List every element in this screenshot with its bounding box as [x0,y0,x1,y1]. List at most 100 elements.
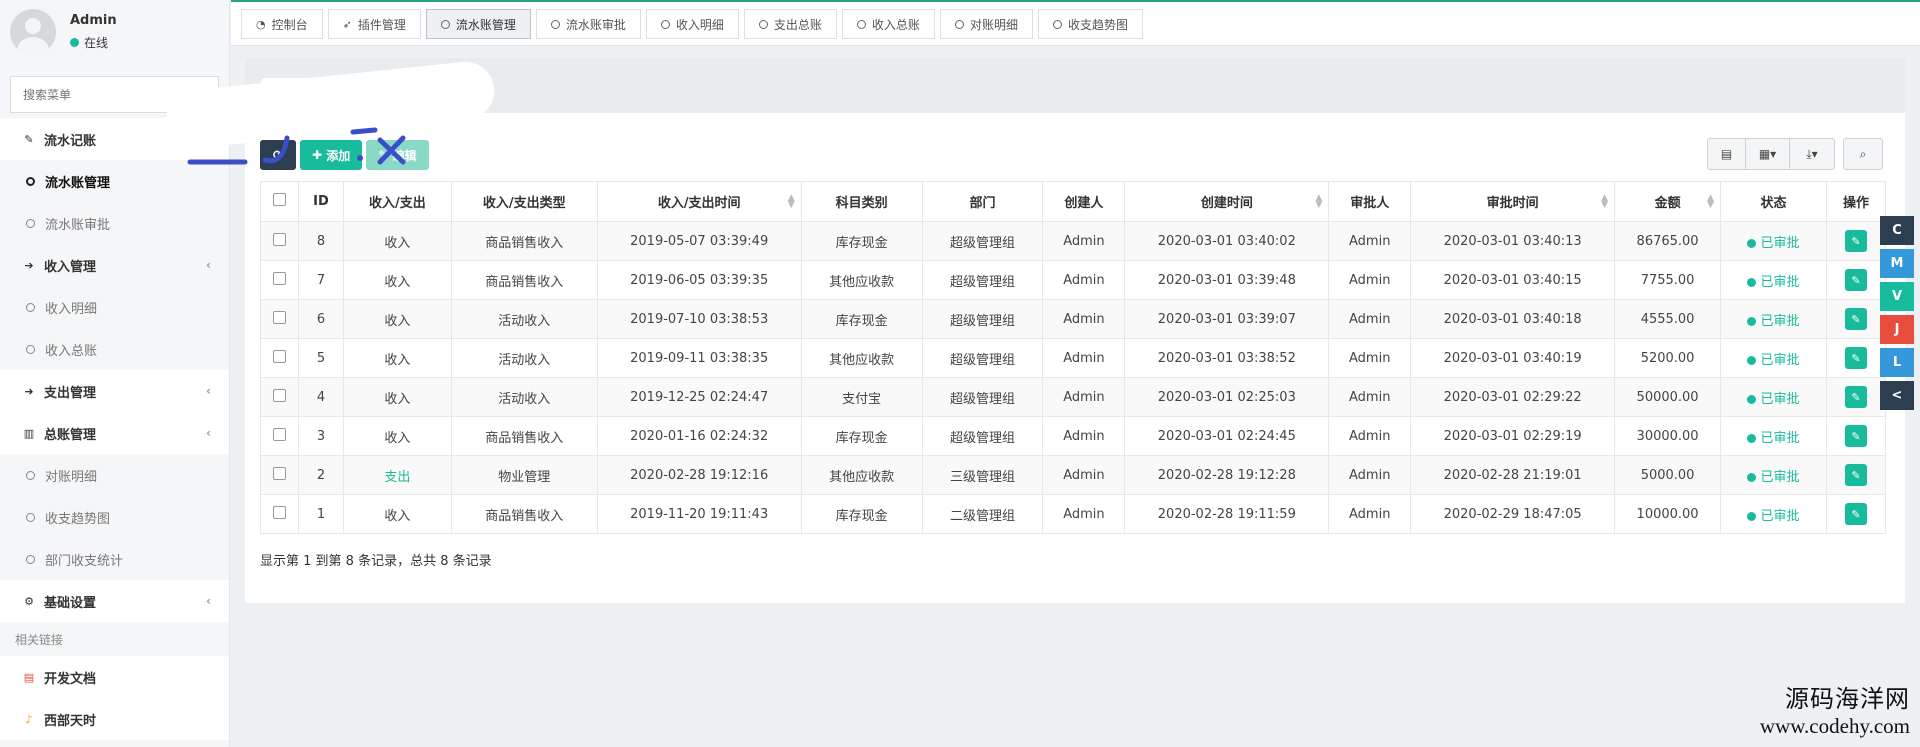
sidebar-item-reconcile[interactable]: 对账明细 [0,454,229,496]
row-edit-button[interactable]: ✎ [1844,464,1867,486]
columns-button[interactable]: ▦▾ [1746,139,1790,169]
table-row[interactable]: 2 支出 物业管理 2020-02-28 19:12:16 其他应收款 三级管理组 Admi… [260,455,1887,495]
tab-liushui-manage[interactable]: 流水账管理 [425,9,531,39]
cell-created: 2020-03-01 03:40:02 [1124,221,1330,261]
cell-creator: Admin [1042,260,1126,300]
cell-direction: 收入 [342,377,452,417]
table-row[interactable]: 3 收入 商品销售收入 2020-01-16 02:24:32 库存现金 超级管理组 Adm… [260,416,1887,456]
row-edit-button[interactable]: ✎ [1844,386,1867,408]
th-id[interactable]: ID [297,181,344,222]
th-approved[interactable]: 审批时间 ▲ ▼ [1410,181,1616,222]
cell-approved: 2020-02-28 21:19:01 [1410,455,1616,495]
sidebar-item-income[interactable]: ➔ 收入管理 ‹ [0,244,229,286]
th-direction[interactable]: 收入/支出 [342,181,452,222]
th-status[interactable]: 状态 [1720,181,1827,222]
sidebar-item-income-total[interactable]: 收入总账 [0,328,229,370]
circle-icon [26,302,35,312]
sidebar-item-trend[interactable]: 收支趋势图 [0,496,229,538]
tab-income-detail[interactable]: 收入明细 [645,9,739,39]
cell-creator: Admin [1042,455,1126,495]
table-row[interactable]: 4 收入 活动收入 2019-12-25 02:24:47 支付宝 超级管理组 Admin 2… [260,377,1887,417]
row-edit-button[interactable]: ✎ [1844,230,1867,252]
row-checkbox[interactable] [272,310,286,324]
sidebar-item-ledger[interactable]: ▥ 总账管理 ‹ [0,412,229,454]
float-button[interactable]: V [1880,282,1914,311]
row-edit-button[interactable]: ✎ [1844,503,1867,525]
table-row[interactable]: 1 收入 商品销售收入 2019-11-20 19:11:43 库存现金 二级管理组 Adm… [260,494,1887,534]
cell-dept: 超级管理组 [921,338,1044,378]
th-subject[interactable]: 科目类别 [800,181,923,222]
cell-id: 1 [297,494,344,534]
float-button[interactable]: C [1880,216,1914,245]
toggle-view-button[interactable]: ▤ [1708,139,1746,169]
cell-time: 2019-12-25 02:24:47 [596,377,802,417]
row-edit-button[interactable]: ✎ [1844,347,1867,369]
user-name: Admin [70,13,117,28]
status-badge: 已审批 [1760,469,1800,485]
row-checkbox[interactable] [272,388,286,402]
th-approver[interactable]: 审批人 [1328,181,1412,222]
cell-direction: 收入 [342,299,452,339]
row-select-cell [260,377,299,417]
float-button[interactable]: L [1880,348,1914,377]
sidebar-item-label: 收入总账 [45,343,98,359]
th-amount[interactable]: 金额 ▲ ▼ [1614,181,1722,222]
cell-actions: ✎ [1825,455,1887,495]
tab-trend[interactable]: 收支趋势图 [1037,9,1143,39]
th-time[interactable]: 收入/支出时间 ▲ ▼ [596,181,802,222]
float-button[interactable]: J [1880,315,1914,344]
table-row[interactable]: 5 收入 活动收入 2019-09-11 03:38:35 其他应收款 超级管理组 Admi… [260,338,1887,378]
search-button[interactable]: ⌕ [1844,139,1882,169]
float-button[interactable]: M [1880,249,1914,278]
cell-subject: 库存现金 [800,221,923,261]
row-checkbox[interactable] [272,466,286,480]
tab-dashboard[interactable]: ◔ 控制台 [241,9,323,39]
tab-reconcile[interactable]: 对账明细 [939,9,1033,39]
sidebar-item-liushui-approve[interactable]: 流水账审批 [0,202,229,244]
related-links-label: 相关链接 [15,632,64,647]
table-row[interactable]: 7 收入 商品销售收入 2019-06-05 03:39:35 其他应收款 超级管理组 Ad… [260,260,1887,300]
tab-plugins[interactable]: ➶ 插件管理 [327,9,421,39]
chevron-left-icon: ‹ [206,594,211,608]
th-dept[interactable]: 部门 [921,181,1044,222]
sidebar-item-settings[interactable]: ⚙ 基础设置 ‹ [0,580,229,622]
cell-approver: Admin [1328,455,1412,495]
cell-type: 活动收入 [450,338,598,378]
cell-approved: 2020-03-01 03:40:15 [1410,260,1616,300]
table-row[interactable]: 6 收入 活动收入 2019-07-10 03:38:53 库存现金 超级管理组 Admin… [260,299,1887,339]
sidebar-item-label: 收支趋势图 [45,511,111,527]
sidebar-item-expense[interactable]: ➜ 支出管理 ‹ [0,370,229,412]
row-checkbox[interactable] [272,349,286,363]
row-edit-button[interactable]: ✎ [1844,308,1867,330]
cell-dept: 超级管理组 [921,221,1044,261]
row-checkbox[interactable] [272,505,286,519]
tab-income-total[interactable]: 收入总账 [841,9,935,39]
edit-icon: ✎ [24,132,34,146]
sidebar-item-income-detail[interactable]: 收入明细 [0,286,229,328]
circle-icon [660,19,670,29]
sidebar-item-dept[interactable]: 部门收支统计 [0,538,229,580]
sidebar-item-label: 西部天时 [44,713,97,729]
table-row[interactable]: 8 收入 商品销售收入 2019-05-07 03:39:49 库存现金 超级管理组 Adm… [260,221,1887,261]
cell-direction: 收入 [342,416,452,456]
row-edit-button[interactable]: ✎ [1844,269,1867,291]
row-checkbox[interactable] [272,232,286,246]
cell-amount: 10000.00 [1614,494,1722,534]
circle-icon [26,218,35,228]
tab-expense-total[interactable]: 支出总账 [743,9,837,39]
sidebar-item-docs[interactable]: ▤ 开发文档 [0,656,229,698]
th-type[interactable]: 收入/支出类型 [450,181,598,222]
sidebar-item-weather[interactable]: ♪ 西部天时 [0,698,229,740]
select-all-checkbox[interactable] [272,193,286,206]
row-checkbox[interactable] [272,427,286,441]
user-status-text: 在线 [84,36,109,50]
th-creator[interactable]: 创建人 [1042,181,1126,222]
export-button[interactable]: ⤓▾ [1790,139,1834,169]
row-checkbox[interactable] [272,271,286,285]
th-created[interactable]: 创建时间 ▲ ▼ [1124,181,1330,222]
cell-creator: Admin [1042,377,1126,417]
float-button[interactable]: < [1880,381,1914,410]
row-edit-button[interactable]: ✎ [1844,425,1867,447]
sidebar-item-label: 流水账审批 [45,217,111,233]
tab-liushui-approve[interactable]: 流水账审批 [535,9,641,39]
